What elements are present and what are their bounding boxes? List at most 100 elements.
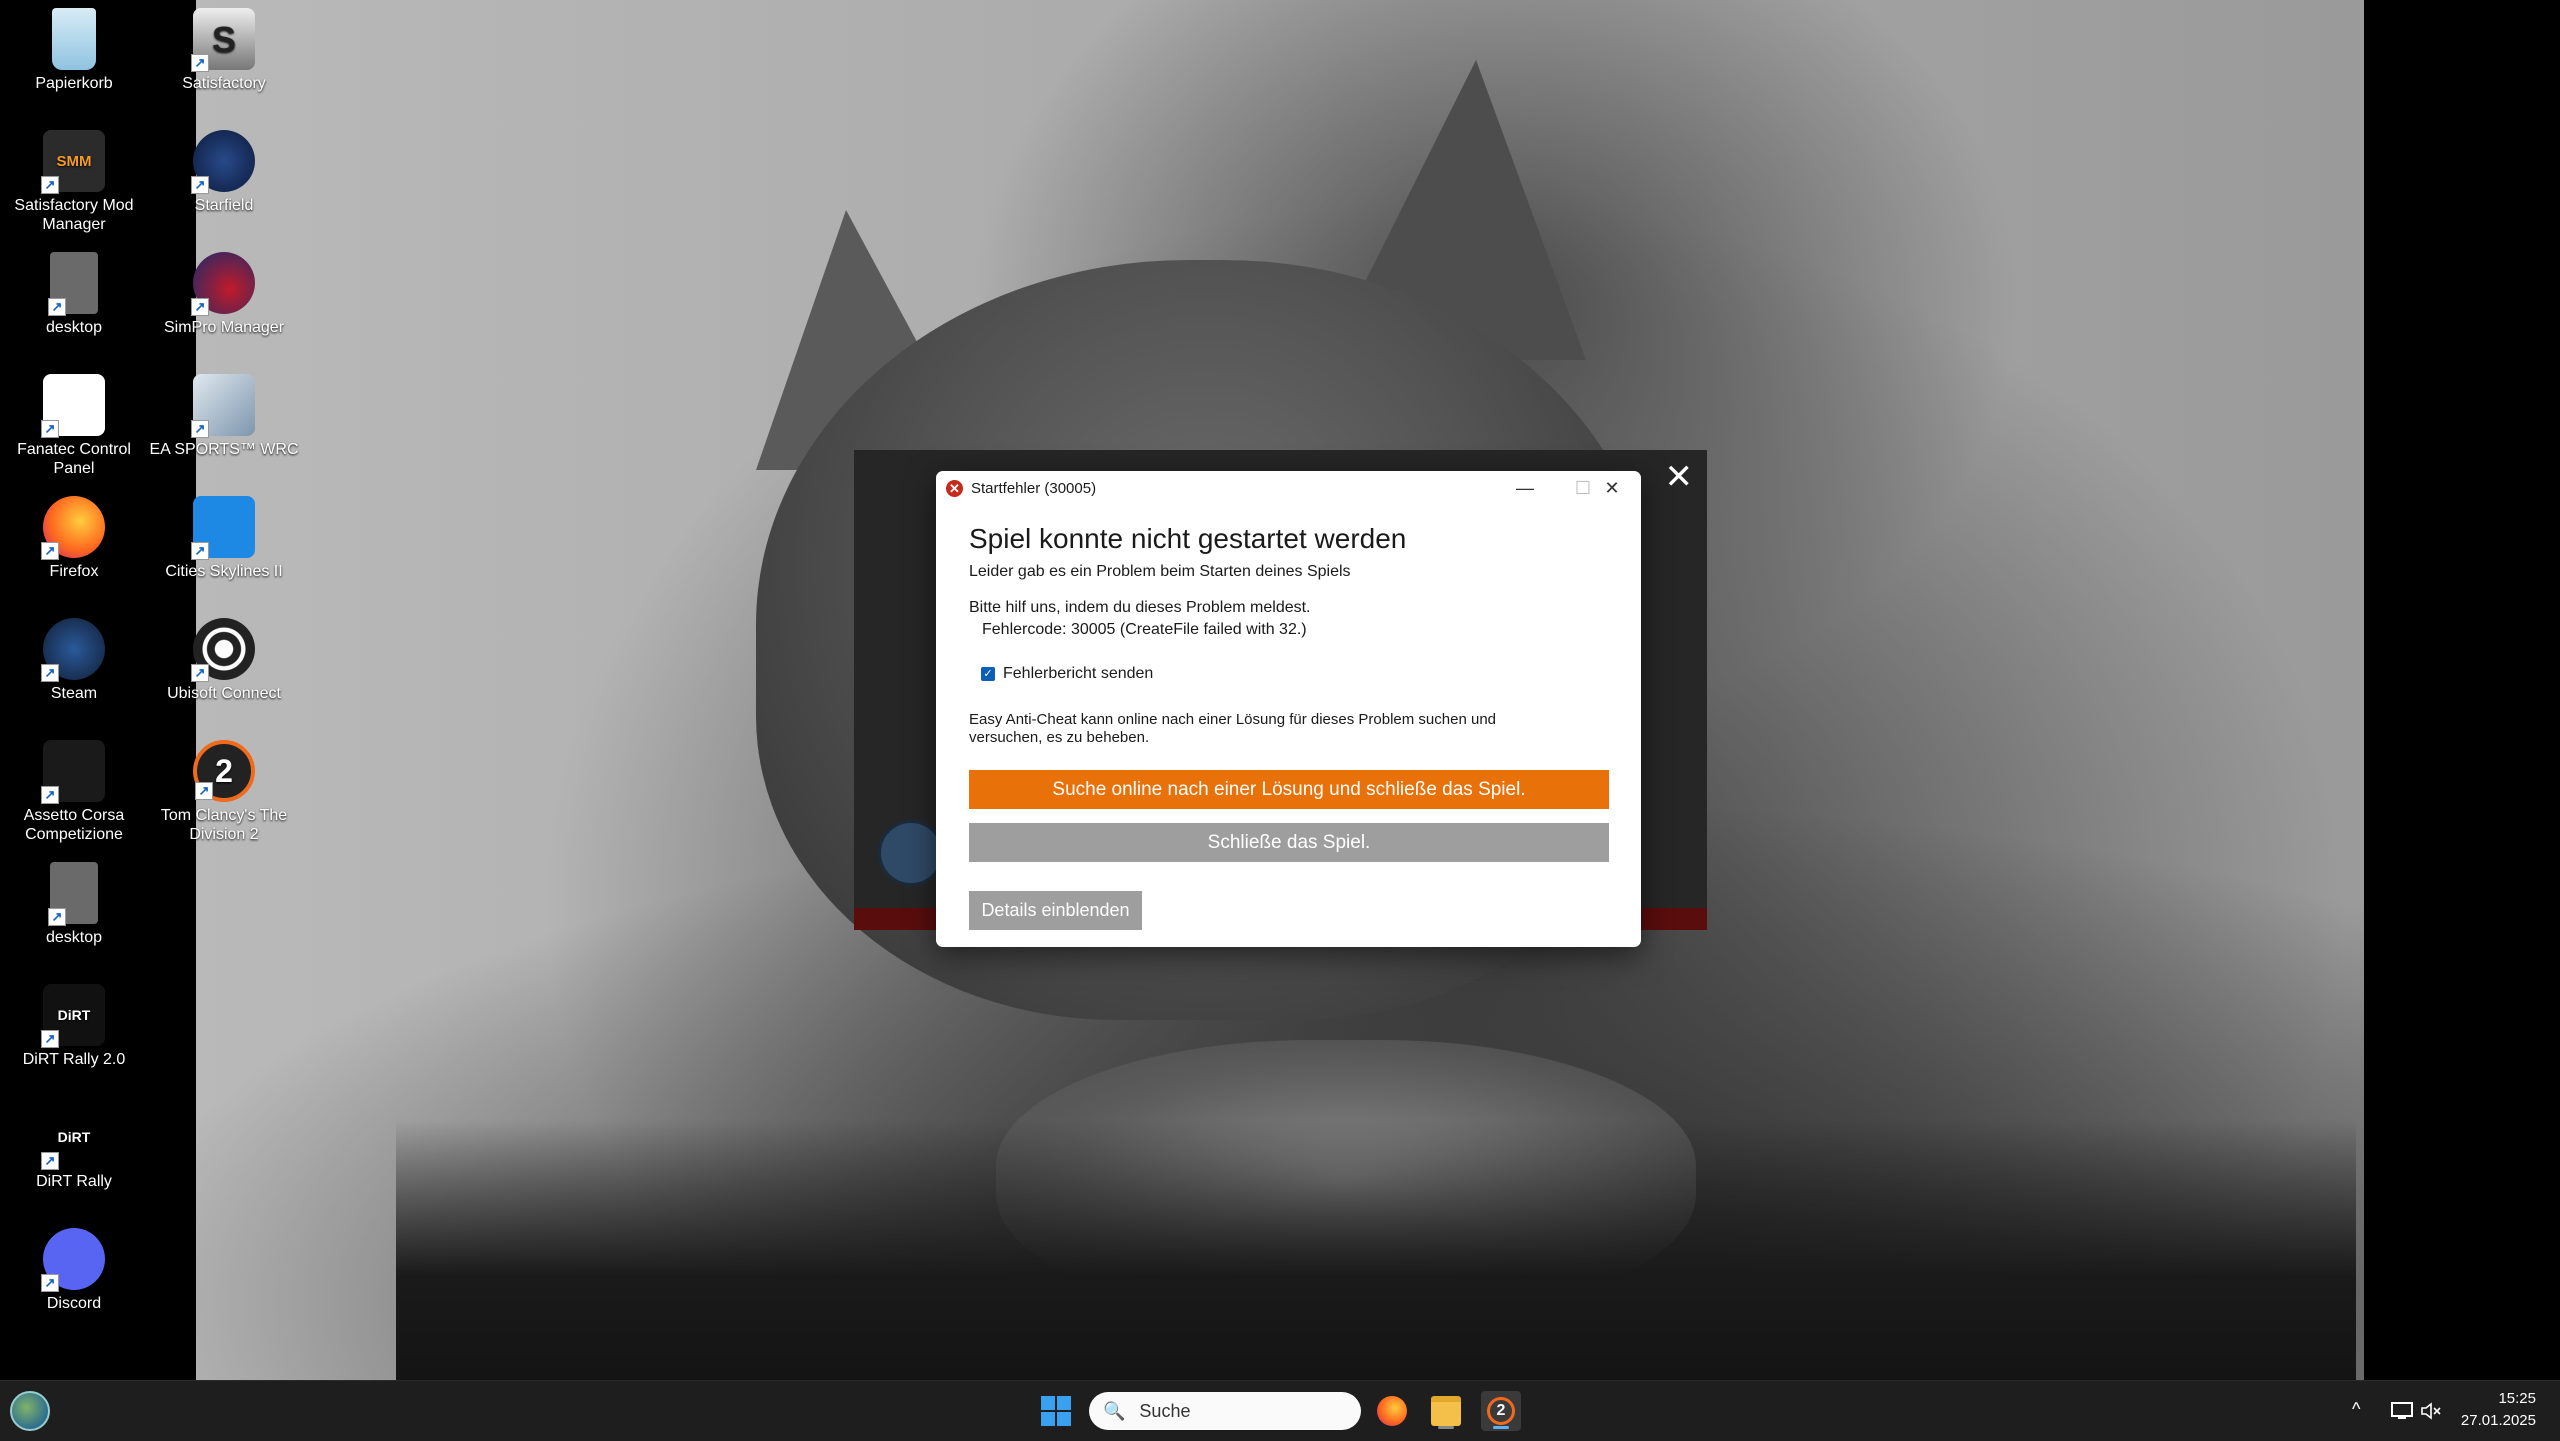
- desktop-icon[interactable]: SMM ↗ Satisfactory Mod Manager: [0, 130, 149, 234]
- error-code: Fehlercode: 30005 (CreateFile failed wit…: [982, 621, 1307, 638]
- desktop-icon-label: desktop: [45, 319, 103, 336]
- desktop-icon-label: DiRT Rally: [36, 1173, 112, 1190]
- desktop-icon[interactable]: ↗ desktop: [0, 252, 149, 337]
- desktop-icon[interactable]: DiRT ↗ DiRT Rally: [0, 1106, 149, 1191]
- minimize-button[interactable]: —: [1496, 471, 1554, 505]
- taskbar-search[interactable]: 🔍: [1089, 1392, 1361, 1430]
- settings-file-icon: ↗: [48, 252, 98, 316]
- desktop-icon-label: Tom Clancy's The Division 2: [160, 807, 288, 843]
- clock-time[interactable]: 15:25: [2440, 1390, 2536, 1407]
- widgets-icon[interactable]: [10, 1391, 50, 1431]
- acc-icon: ↗: [41, 740, 105, 804]
- recycle-bin-icon: [52, 8, 96, 70]
- firefox-icon[interactable]: [1372, 1391, 1412, 1431]
- desktop-icon-label: SimPro Manager: [163, 319, 285, 336]
- error-report-checkbox[interactable]: ✓: [981, 667, 995, 681]
- dialog-subtitle: Leider gab es ein Problem beim Starten d…: [969, 563, 1351, 580]
- dirt-rally-icon: DiRT ↗: [41, 1106, 105, 1170]
- desktop-icon[interactable]: ↗ desktop: [0, 862, 149, 947]
- desktop-icon[interactable]: ↗ Cities Skylines II: [149, 496, 299, 581]
- smm-icon: SMM ↗: [41, 130, 105, 194]
- dirt-rally-2-icon: DiRT ↗: [41, 984, 105, 1048]
- desktop-icon-label: EA SPORTS™ WRC: [149, 441, 299, 458]
- taskbar: 🔍 2 ^ 15:25 27.01.2025: [0, 1380, 2560, 1441]
- desktop-icon[interactable]: ↗ Starfield: [149, 130, 299, 215]
- close-game-button[interactable]: Schließe das Spiel.: [969, 823, 1609, 862]
- desktop-icon-label: Firefox: [49, 563, 99, 580]
- tray-chevron-icon[interactable]: ^: [2352, 1399, 2360, 1420]
- launcher-mascot-icon: [878, 820, 944, 886]
- icon-badge-text: DiRT: [57, 1006, 91, 1023]
- icon-badge-text: SMM: [56, 152, 92, 170]
- icon-badge-text: 2: [215, 752, 233, 789]
- desktop-icon[interactable]: DiRT ↗ DiRT Rally 2.0: [0, 984, 149, 1069]
- show-details-button[interactable]: Details einblenden: [969, 891, 1142, 930]
- shortcut-arrow-icon: ↗: [41, 176, 59, 194]
- desktop-icon-label: Cities Skylines II: [165, 563, 283, 580]
- desktop-icon[interactable]: ↗ Ubisoft Connect: [149, 618, 299, 703]
- cat-body: [396, 1120, 2356, 1380]
- shortcut-arrow-icon: ↗: [191, 664, 209, 682]
- desktop-icon-label: Assetto Corsa Competizione: [23, 807, 125, 843]
- error-report-label: Fehlerbericht senden: [1003, 665, 1154, 682]
- settings-file-icon: ↗: [48, 862, 98, 926]
- error-report-checkbox-row[interactable]: ✓ Fehlerbericht senden: [981, 665, 1153, 683]
- ubisoft-icon: ↗: [191, 618, 255, 682]
- shortcut-arrow-icon: ↗: [191, 176, 209, 194]
- firefox-icon: ↗: [41, 496, 105, 560]
- close-button[interactable]: ✕: [1583, 471, 1641, 505]
- division2-icon: 2 ↗: [193, 740, 255, 802]
- search-input[interactable]: [1137, 1399, 1342, 1423]
- desktop-icon-label: Discord: [46, 1295, 102, 1312]
- shortcut-arrow-icon: ↗: [191, 542, 209, 560]
- desktop-icon-label: Ubisoft Connect: [167, 685, 281, 702]
- desktop-icon[interactable]: ↗ Assetto Corsa Competizione: [0, 740, 149, 844]
- icon-badge-text: S: [211, 18, 236, 60]
- desktop-icon[interactable]: 2 ↗ Tom Clancy's The Division 2: [149, 740, 299, 844]
- clock-date[interactable]: 27.01.2025: [2440, 1412, 2536, 1429]
- starfield-icon: ↗: [191, 130, 255, 194]
- division2-taskbar-icon[interactable]: 2: [1481, 1391, 1521, 1431]
- shortcut-arrow-icon: ↗: [191, 54, 209, 72]
- shortcut-arrow-icon: ↗: [41, 1274, 59, 1292]
- error-dialog: ✕ Startfehler (30005) — ☐ ✕ Spiel konnte…: [936, 471, 1641, 947]
- fanatec-icon: ↗: [41, 374, 105, 438]
- desktop-icon[interactable]: ↗ Steam: [0, 618, 149, 703]
- error-icon: ✕: [946, 480, 963, 497]
- desktop-icon-label: DiRT Rally 2.0: [22, 1051, 126, 1068]
- shortcut-arrow-icon: ↗: [48, 298, 66, 316]
- eac-text-line1: Easy Anti-Cheat kann online nach einer L…: [969, 711, 1496, 728]
- launcher-close-button[interactable]: ✕: [1665, 460, 1694, 494]
- desktop-icon[interactable]: ↗ EA SPORTS™ WRC: [149, 374, 299, 459]
- desktop-icon[interactable]: ↗ Discord: [0, 1228, 149, 1313]
- shortcut-arrow-icon: ↗: [41, 664, 59, 682]
- desktop-icon-label: desktop: [45, 929, 103, 946]
- steam-icon: ↗: [41, 618, 105, 682]
- file-explorer-icon[interactable]: [1426, 1391, 1466, 1431]
- desktop-icon[interactable]: ↗ Fanatec Control Panel: [0, 374, 149, 478]
- ea-wrc-icon: ↗: [191, 374, 255, 438]
- shortcut-arrow-icon: ↗: [191, 420, 209, 438]
- icon-badge-text: DiRT: [57, 1128, 91, 1145]
- shortcut-arrow-icon: ↗: [41, 1030, 59, 1048]
- dialog-heading: Spiel konnte nicht gestartet werden: [969, 523, 1407, 554]
- dialog-titlebar: ✕ Startfehler (30005) — ☐ ✕: [936, 471, 1641, 505]
- desktop-icon-label: Fanatec Control Panel: [17, 441, 131, 477]
- desktop-icon[interactable]: S ↗ Satisfactory: [149, 8, 299, 93]
- desktop-icon[interactable]: Papierkorb: [0, 8, 149, 93]
- search-solution-button[interactable]: Suche online nach einer Lösung und schli…: [969, 770, 1609, 809]
- desktop-icon-label: Steam: [50, 685, 98, 702]
- desktop-icon-label: Satisfactory: [182, 75, 266, 92]
- windows-start-icon[interactable]: [1036, 1391, 1076, 1431]
- dialog-title: Startfehler (30005): [971, 480, 1097, 497]
- desktop-icon-label: Papierkorb: [35, 75, 113, 92]
- shortcut-arrow-icon: ↗: [195, 782, 213, 800]
- search-icon: 🔍: [1103, 1400, 1126, 1421]
- desktop-icon[interactable]: ↗ Firefox: [0, 496, 149, 581]
- desktop-icon[interactable]: ↗ SimPro Manager: [149, 252, 299, 337]
- shortcut-arrow-icon: ↗: [41, 542, 59, 560]
- help-text: Bitte hilf uns, indem du dieses Problem …: [969, 599, 1311, 616]
- desktop-icon-label: Starfield: [194, 197, 254, 214]
- shortcut-arrow-icon: ↗: [41, 420, 59, 438]
- simpro-icon: ↗: [191, 252, 255, 316]
